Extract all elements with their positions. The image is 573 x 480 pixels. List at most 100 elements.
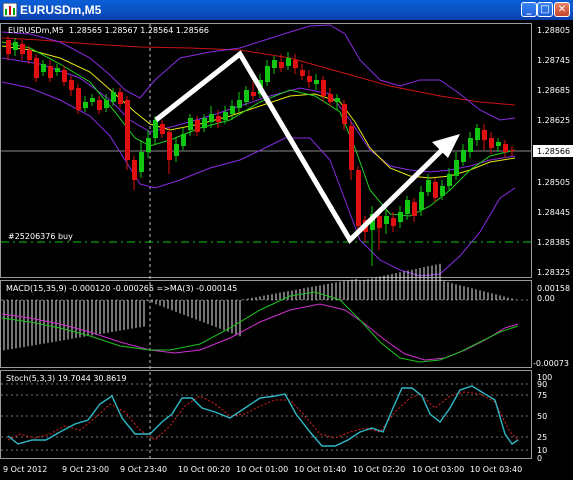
maximize-button[interactable]: □ <box>537 2 553 17</box>
chart-app-icon <box>3 3 17 17</box>
candle-body <box>349 126 354 170</box>
macd-axis: 0.00158 0.00 -0.00073 <box>533 284 570 368</box>
candle-body <box>41 64 46 72</box>
candle-body <box>503 144 508 152</box>
fast-ma-line <box>1 45 516 179</box>
time-tick: 9 Oct 2012 <box>3 465 47 474</box>
order-label: #25206376 buy <box>8 232 73 241</box>
candle-body <box>307 76 312 82</box>
candle-body <box>209 114 214 122</box>
stoch-label: Stoch(5,3,3) 19.7044 30.8619 <box>6 374 126 383</box>
candle-body <box>6 40 11 54</box>
candle-body <box>62 70 67 82</box>
candle-body <box>230 106 235 114</box>
maximize-icon: □ <box>540 4 550 15</box>
time-tick: 9 Oct 23:00 <box>62 465 109 474</box>
candle-body <box>419 192 424 210</box>
candle-body <box>321 80 326 96</box>
time-tick: 10 Oct 01:00 <box>236 465 288 474</box>
candle-body <box>412 202 417 216</box>
stoch-axis: 100 90 75 50 25 10 0 <box>537 373 552 463</box>
price-tick: 1.28805 <box>537 26 570 35</box>
candle-body <box>468 138 473 152</box>
candle-body <box>111 92 116 102</box>
stoch-tick: 0 <box>537 454 542 463</box>
minimize-button[interactable]: _ <box>521 2 537 17</box>
lower-band-line <box>1 81 516 277</box>
price-tick: 1.28685 <box>537 86 570 95</box>
macd-histogram <box>3 263 517 351</box>
candle-body <box>97 100 102 110</box>
candle-body <box>237 100 242 108</box>
candle-body <box>398 212 403 222</box>
candle-body <box>496 142 501 146</box>
candle-body <box>167 132 172 160</box>
candle-body <box>356 170 361 226</box>
price-tick: 1.28625 <box>537 116 570 125</box>
candle-body <box>69 80 74 90</box>
price-tick: 1.28445 <box>537 208 570 217</box>
candle-body <box>475 128 480 140</box>
current-price-label: 1.28566 <box>537 147 570 156</box>
time-axis: 9 Oct 2012 9 Oct 23:00 9 Oct 23:40 10 Oc… <box>3 465 522 474</box>
window-titlebar: EURUSDm,M5 _ □ ✕ <box>0 0 573 20</box>
time-tick: 10 Oct 01:40 <box>294 465 346 474</box>
candle-body <box>293 60 298 68</box>
price-tick: 1.28745 <box>537 56 570 65</box>
candle-body <box>202 118 207 128</box>
close-button[interactable]: ✕ <box>554 2 570 17</box>
candle-body <box>489 138 494 148</box>
candle-body <box>188 118 193 130</box>
candle-body <box>391 218 396 226</box>
candle-body <box>83 102 88 108</box>
candle-body <box>272 60 277 68</box>
candle-body <box>195 120 200 132</box>
candle-body <box>13 42 18 50</box>
candle-body <box>251 92 256 96</box>
minimize-icon: _ <box>526 4 532 15</box>
candle-body <box>265 66 270 82</box>
macd-main-line <box>1 291 519 363</box>
macd-signal-line <box>1 303 519 361</box>
time-tick: 10 Oct 00:20 <box>178 465 230 474</box>
candle-body <box>335 98 340 102</box>
candle-body <box>482 130 487 140</box>
candle-body <box>328 94 333 102</box>
macd-tick: 0.00 <box>537 294 555 303</box>
candle-body <box>48 66 53 78</box>
candle-body <box>454 160 459 176</box>
stoch-tick: 75 <box>537 391 547 400</box>
price-tick: 1.28325 <box>537 268 570 277</box>
candle-body <box>55 68 60 72</box>
candle-body <box>160 124 165 134</box>
macd-label: MACD(15,35,9) -0.000120 -0.000265 =>MA(3… <box>6 284 237 293</box>
candle-body <box>286 58 291 66</box>
candle-body <box>377 216 382 228</box>
close-icon: ✕ <box>557 4 567 15</box>
candle-body <box>244 90 249 102</box>
macd-tick: -0.00073 <box>533 359 569 368</box>
candle-body <box>510 150 515 151</box>
chart-area[interactable]: EURUSDm,M5 1.28565 1.28567 1.28564 1.285… <box>0 20 573 480</box>
chart-symbol-label: EURUSDm,M5 <box>8 26 64 35</box>
price-tick: 1.28385 <box>537 238 570 247</box>
candle-body <box>104 100 109 108</box>
candle-body <box>223 112 228 120</box>
candle-body <box>300 70 305 76</box>
candle-body <box>76 88 81 110</box>
stoch-tick: 25 <box>537 433 547 442</box>
time-tick: 10 Oct 02:20 <box>353 465 405 474</box>
price-tick: 1.28505 <box>537 178 570 187</box>
candle-body <box>216 116 221 122</box>
candle-body <box>125 100 130 160</box>
ohlc-values-label: 1.28565 1.28567 1.28564 1.28566 <box>69 26 209 35</box>
time-tick: 10 Oct 03:00 <box>412 465 464 474</box>
candle-body <box>174 144 179 156</box>
candle-body <box>146 138 151 152</box>
candle-body <box>440 186 445 196</box>
candle-body <box>279 62 284 68</box>
candle-body <box>433 182 438 198</box>
candle-body <box>90 98 95 102</box>
fast-green-ma-line <box>1 41 516 217</box>
candle-body <box>426 180 431 192</box>
